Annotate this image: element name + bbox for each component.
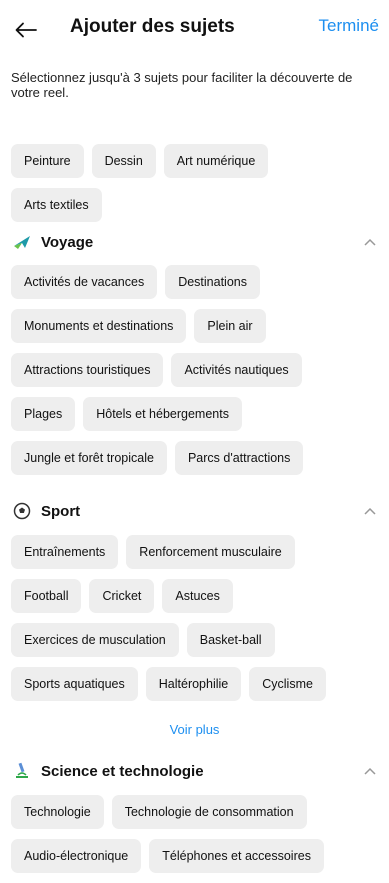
topic-chip[interactable]: Dessin <box>91 144 156 178</box>
chip-row: Sports aquatiques Haltérophilie Cyclisme <box>11 667 379 701</box>
topic-chip[interactable]: Destinations <box>165 265 260 299</box>
chip-row: Attractions touristiques Activités nautiq… <box>11 353 379 387</box>
topic-chip[interactable]: Technologie de consommation <box>111 795 307 829</box>
topic-chip[interactable]: Sports aquatiques <box>11 667 138 701</box>
topic-chip[interactable]: Peinture <box>11 144 84 178</box>
chip-row: Football Cricket Astuces <box>11 579 379 613</box>
section-header-voyage: Voyage <box>11 229 379 255</box>
microscope-icon <box>11 760 33 782</box>
topic-chip[interactable]: Activités nautiques <box>171 353 302 387</box>
topic-chip[interactable]: Renforcement musculaire <box>126 535 295 569</box>
done-button[interactable]: Terminé <box>319 16 379 36</box>
chevron-up-icon[interactable] <box>361 502 379 520</box>
topic-chip[interactable]: Art numérique <box>163 144 269 178</box>
chip-row: Jungle et forêt tropicale Parcs d'attract… <box>11 441 379 475</box>
chip-row: Exercices de musculation Basket-ball <box>11 623 379 657</box>
section-title-science: Science et technologie <box>41 762 204 780</box>
chevron-up-icon[interactable] <box>361 762 379 780</box>
section-title-voyage: Voyage <box>41 233 94 251</box>
topic-chip[interactable]: Jungle et forêt tropicale <box>11 441 167 475</box>
arrow-left-icon <box>15 22 37 38</box>
topic-chip[interactable]: Cricket <box>89 579 155 613</box>
voyage-topics: Activités de vacances Destinations Monumen… <box>11 265 379 485</box>
topic-chip[interactable]: Football <box>11 579 82 613</box>
chip-row: Peinture Dessin Art numérique <box>11 144 379 178</box>
airplane-icon <box>11 231 33 253</box>
chip-row: Plages Hôtels et hébergements <box>11 397 379 431</box>
topic-chip[interactable]: Entraînements <box>11 535 119 569</box>
sport-topics: Entraînements Renforcement musculaire Foot… <box>11 535 379 711</box>
soccer-ball-icon <box>11 500 33 522</box>
topic-chip[interactable]: Exercices de musculation <box>11 623 179 657</box>
topic-chip[interactable]: Hôtels et hébergements <box>83 397 242 431</box>
chip-row: Activités de vacances Destinations <box>11 265 379 299</box>
topic-chip[interactable]: Monuments et destinations <box>11 309 187 343</box>
art-topics: Peinture Dessin Art numérique Arts textiles <box>11 144 379 232</box>
topic-chip[interactable]: Technologie <box>11 795 104 829</box>
chevron-up-icon[interactable] <box>361 233 379 251</box>
topic-chip[interactable]: Activités de vacances <box>11 265 158 299</box>
section-header-sport: Sport <box>11 498 379 524</box>
topic-chip[interactable]: Haltérophilie <box>145 667 242 701</box>
topic-chip[interactable]: Basket-ball <box>186 623 275 657</box>
topic-chip[interactable]: Cyclisme <box>249 667 326 701</box>
chip-row: Arts textiles <box>11 188 379 222</box>
chip-row: Technologie Technologie de consommation <box>11 795 379 829</box>
intro-text: Sélectionnez jusqu'à 3 sujets pour facil… <box>11 70 353 100</box>
topic-chip[interactable]: Parcs d'attractions <box>174 441 304 475</box>
top-bar: Ajouter des sujets Terminé <box>0 0 389 60</box>
science-topics: Technologie Technologie de consommation Au… <box>11 795 379 883</box>
topic-chip[interactable]: Arts textiles <box>11 188 102 222</box>
topic-chip[interactable]: Plages <box>11 397 76 431</box>
page-title: Ajouter des sujets <box>70 16 235 37</box>
topic-chip[interactable]: Plein air <box>194 309 266 343</box>
section-header-science: Science et technologie <box>11 758 379 784</box>
see-more-link[interactable]: Voir plus <box>0 722 389 737</box>
chip-row: Monuments et destinations Plein air <box>11 309 379 343</box>
back-button[interactable] <box>12 16 40 44</box>
chip-row: Entraînements Renforcement musculaire <box>11 535 379 569</box>
topic-chip[interactable]: Astuces <box>162 579 233 613</box>
topic-chip[interactable]: Attractions touristiques <box>11 353 164 387</box>
section-title-sport: Sport <box>41 502 81 520</box>
